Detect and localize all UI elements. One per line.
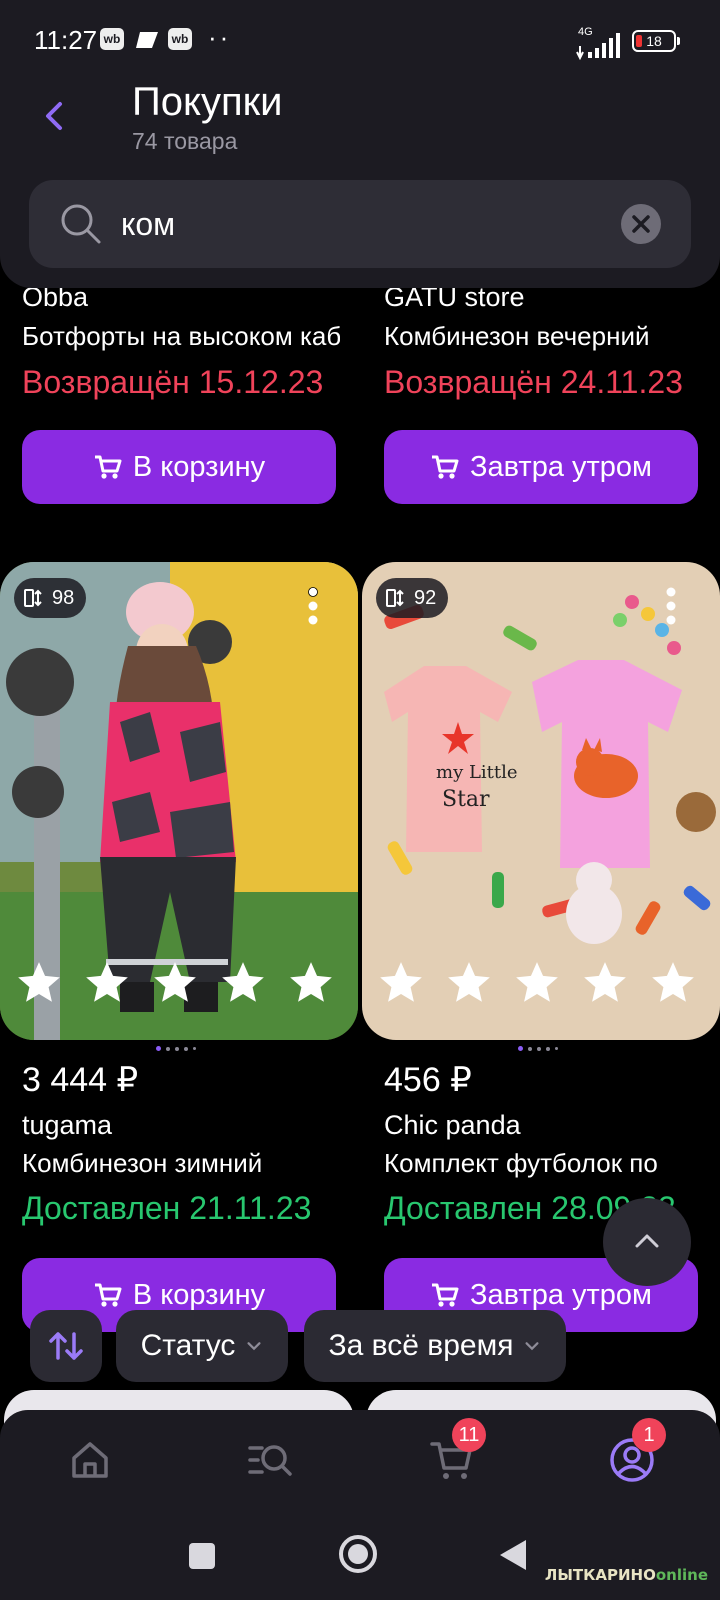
search-input[interactable] [121,180,601,268]
rating-stars[interactable] [14,958,336,1008]
star-icon[interactable] [580,958,630,1008]
similar-count: 98 [52,586,75,609]
back-button[interactable] [28,88,84,144]
star-icon[interactable] [218,958,268,1008]
close-icon [632,215,650,233]
star-icon[interactable] [14,958,64,1008]
product-photo[interactable]: 98 [0,562,358,1040]
more-options-icon[interactable] [308,586,318,626]
product-name: Комбинезон вечерний [384,321,650,351]
watermark-text: ЛЫТКАРИНО [544,1566,656,1584]
cart-icon [432,1283,459,1307]
rating-stars[interactable] [376,958,698,1008]
cart-icon [94,455,122,479]
product-price: 456 ₽ [384,1061,472,1099]
tab-catalog-search[interactable] [246,1436,294,1484]
star-icon[interactable] [444,958,494,1008]
compare-icon [386,589,404,607]
chevron-down-icon [247,1342,261,1351]
home-button-icon[interactable] [338,1534,378,1574]
items-count: 74 товара [132,128,238,154]
system-navigation-bar: ЛЫТКАРИНОonline [0,1520,720,1600]
back-nav-icon[interactable] [498,1538,528,1572]
star-icon[interactable] [82,958,132,1008]
product-name: Комбинезон зимний [22,1148,263,1178]
wb-notification-icon: wb [100,28,124,50]
period-filter[interactable]: За всё время [304,1310,566,1382]
order-status: Доставлен 21.11.23 [22,1190,312,1226]
sort-button[interactable] [30,1310,102,1382]
catalog-search-icon [248,1445,292,1476]
photo-pager-dots [156,1046,196,1051]
more-options-icon[interactable] [666,586,676,626]
watermark-accent: online [655,1566,708,1584]
photo-pager-dots [518,1046,558,1051]
star-icon[interactable] [376,958,426,1008]
status-time: 11:27 [34,25,98,55]
recent-apps-icon[interactable] [188,1542,216,1570]
more-notifications-indicator: ·· [208,22,232,52]
add-to-cart-button[interactable]: В корзину [22,430,336,504]
page-title: Покупки [132,80,283,124]
chevron-up-icon [635,1234,659,1248]
product-photo[interactable]: my Little Star 92 [362,562,720,1040]
tab-cart[interactable]: 11 [428,1418,486,1484]
add-to-cart-button[interactable]: Завтра утром [384,430,698,504]
scroll-to-top-button[interactable] [603,1198,691,1286]
search-box[interactable] [29,180,691,268]
watermark-logo: ЛЫТКАРИНОonline [545,1566,708,1584]
order-status: Возвращён 15.12.23 [22,364,324,400]
notification-icon [136,32,158,48]
svg-text:Star: Star [442,787,490,812]
button-label: Завтра утром [470,450,652,483]
star-icon[interactable] [648,958,698,1008]
product-brand: Chic panda [384,1110,521,1140]
star-icon[interactable] [150,958,200,1008]
status-bar: 11:27 wb wb ·· 4G 18 [0,0,720,80]
star-icon[interactable] [286,958,336,1008]
cart-icon [432,455,459,479]
tab-home[interactable] [66,1436,114,1484]
profile-badge: 1 [632,1418,666,1452]
sort-arrows-icon [49,1332,83,1360]
product-price: 3 444 ₽ [22,1061,139,1099]
similar-count: 92 [414,586,437,609]
period-filter-label: За всё время [328,1329,514,1362]
search-icon [61,204,101,244]
star-icon[interactable] [512,958,562,1008]
clear-search-button[interactable] [621,204,661,244]
wb-notification-icon: wb [168,28,192,50]
status-filter[interactable]: Статус [116,1310,288,1382]
arrow-left-icon [46,102,62,130]
product-name: Ботфорты на высоком каблуке [22,321,340,351]
product-name: Комплект футболок по [384,1148,658,1178]
battery-icon: 18 [632,30,680,52]
home-icon [72,1442,108,1478]
button-label: В корзину [132,1278,266,1311]
button-label: В корзину [132,450,266,483]
similar-count-chip[interactable]: 92 [376,578,449,618]
status-filter-label: Статус [140,1329,236,1362]
svg-text:my Little: my Little [436,762,518,783]
tab-profile[interactable]: 1 [608,1418,666,1484]
order-status: Возвращён 24.11.23 [384,364,683,400]
similar-count-chip[interactable]: 98 [14,578,87,618]
compare-icon [24,589,42,607]
cart-icon [94,1283,122,1307]
cart-badge: 11 [452,1418,486,1452]
chevron-down-icon [525,1342,539,1351]
product-brand: tugama [22,1110,113,1140]
bottom-tab-bar: 11 1 [0,1410,720,1520]
app-header: Покупки 74 товара [0,80,720,288]
